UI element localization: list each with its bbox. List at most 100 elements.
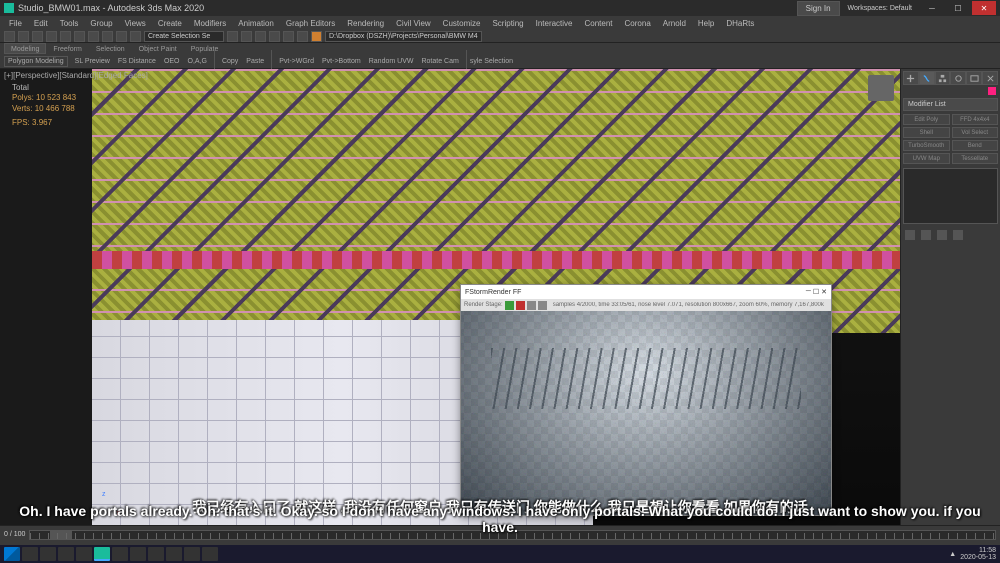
taskbar-explorer[interactable]	[58, 547, 74, 561]
object-color-swatch[interactable]	[988, 87, 996, 95]
ribbon-randomuvw[interactable]: Random UVW	[366, 57, 417, 66]
ribbon-copy[interactable]: Copy	[219, 57, 241, 66]
display-tab[interactable]	[966, 71, 982, 85]
modify-tab[interactable]	[919, 71, 935, 85]
select-button[interactable]	[60, 31, 71, 42]
hierarchy-tab[interactable]	[935, 71, 951, 85]
make-unique-icon[interactable]	[937, 230, 947, 240]
ribbon-fsdistance[interactable]: FS Distance	[115, 57, 159, 66]
menu-file[interactable]: File	[4, 19, 27, 28]
viewcube[interactable]	[868, 75, 894, 101]
pin-stack-icon[interactable]	[905, 230, 915, 240]
menu-animation[interactable]: Animation	[233, 19, 279, 28]
utilities-tab[interactable]	[982, 71, 998, 85]
menu-grapheditors[interactable]: Graph Editors	[281, 19, 340, 28]
menu-dharts[interactable]: DHaRts	[721, 19, 759, 28]
taskbar-time[interactable]: 11:58	[960, 547, 996, 554]
taskbar-chrome[interactable]	[76, 547, 92, 561]
menu-edit[interactable]: Edit	[29, 19, 53, 28]
maximize-button[interactable]: ☐	[946, 1, 970, 15]
taskbar-3dsmax[interactable]	[94, 547, 110, 561]
redo-button[interactable]	[18, 31, 29, 42]
menu-customize[interactable]: Customize	[438, 19, 486, 28]
mod-btn-bend[interactable]: Bend	[952, 140, 999, 151]
move-button[interactable]	[74, 31, 85, 42]
ribbon-rotatecam[interactable]: Rotate Cam	[418, 57, 461, 66]
mod-btn-turbosmooth[interactable]: TurboSmooth	[903, 140, 950, 151]
layers-button[interactable]	[255, 31, 266, 42]
material-editor-button[interactable]	[283, 31, 294, 42]
taskbar-app-5[interactable]	[184, 547, 200, 561]
mirror-button[interactable]	[227, 31, 238, 42]
menu-modifiers[interactable]: Modifiers	[189, 19, 231, 28]
render-max-button[interactable]: ☐	[813, 288, 819, 296]
workspaces-label[interactable]: Workspaces: Default	[848, 5, 912, 12]
viewport-label[interactable]: [+][Perspective][Standard][Edged Faces]	[4, 71, 148, 80]
menu-corona[interactable]: Corona	[620, 19, 656, 28]
curve-editor-button[interactable]	[269, 31, 280, 42]
menu-views[interactable]: Views	[120, 19, 151, 28]
menu-civilview[interactable]: Civil View	[391, 19, 436, 28]
render-min-button[interactable]: ─	[806, 288, 811, 296]
render-close-button[interactable]: ✕	[821, 288, 827, 296]
taskbar-app-1[interactable]	[112, 547, 128, 561]
mod-btn-editpoly[interactable]: Edit Poly	[903, 114, 950, 125]
link-button[interactable]	[32, 31, 43, 42]
minimize-button[interactable]: ─	[920, 1, 944, 15]
create-tab[interactable]	[903, 71, 919, 85]
render-viewport[interactable]	[461, 311, 831, 515]
selection-set-dropdown[interactable]: Create Selection Se	[144, 31, 224, 42]
render-window-titlebar[interactable]: FStormRender FF ─ ☐ ✕	[461, 285, 831, 299]
ribbon-oeo[interactable]: OEO	[161, 57, 183, 66]
render-zoom-button[interactable]	[538, 301, 547, 310]
snap-button[interactable]	[116, 31, 127, 42]
modifier-stack[interactable]	[903, 168, 998, 224]
close-button[interactable]: ✕	[972, 1, 996, 15]
taskbar-date[interactable]: 2020-05-13	[960, 554, 996, 561]
menu-tools[interactable]: Tools	[55, 19, 84, 28]
menu-create[interactable]: Create	[153, 19, 187, 28]
ribbon-pvtbottom[interactable]: Pvt->Bottom	[319, 57, 364, 66]
ribbon-pvtwgrd[interactable]: Pvt->WGrd	[276, 57, 317, 66]
remove-modifier-icon[interactable]	[953, 230, 963, 240]
ribbon-oag[interactable]: O,A,G	[185, 57, 210, 66]
show-end-result-icon[interactable]	[921, 230, 931, 240]
render-stop-button[interactable]	[516, 301, 525, 310]
render-start-button[interactable]	[505, 301, 514, 310]
menu-help[interactable]: Help	[693, 19, 719, 28]
menu-rendering[interactable]: Rendering	[342, 19, 389, 28]
menu-interactive[interactable]: Interactive	[531, 19, 578, 28]
undo-button[interactable]	[4, 31, 15, 42]
menu-arnold[interactable]: Arnold	[658, 19, 691, 28]
taskbar-app-4[interactable]	[166, 547, 182, 561]
motion-tab[interactable]	[950, 71, 966, 85]
mod-btn-uvwmap[interactable]: UVW Map	[903, 153, 950, 164]
render-window[interactable]: FStormRender FF ─ ☐ ✕ Render Stage: samp…	[460, 284, 832, 516]
render-save-button[interactable]	[527, 301, 536, 310]
taskbar-cortana[interactable]	[40, 547, 56, 561]
menu-scripting[interactable]: Scripting	[487, 19, 528, 28]
signin-button[interactable]: Sign In	[797, 1, 840, 16]
unlink-button[interactable]	[46, 31, 57, 42]
mod-btn-ffd[interactable]: FFD 4x4x4	[952, 114, 999, 125]
start-button[interactable]	[4, 547, 20, 561]
taskbar-app-2[interactable]	[130, 547, 146, 561]
mod-btn-shell[interactable]: Shell	[903, 127, 950, 138]
ribbon-paste[interactable]: Paste	[243, 57, 267, 66]
menu-group[interactable]: Group	[85, 19, 117, 28]
angle-snap-button[interactable]	[130, 31, 141, 42]
scale-button[interactable]	[102, 31, 113, 42]
taskbar-app-3[interactable]	[148, 547, 164, 561]
modifier-list-dropdown[interactable]: Modifier List	[903, 98, 998, 111]
tray-icon[interactable]: ▲	[949, 551, 956, 558]
taskbar-app-6[interactable]	[202, 547, 218, 561]
render-setup-button[interactable]	[297, 31, 308, 42]
mod-btn-volselect[interactable]: Vol Select	[952, 127, 999, 138]
ribbon-slpreview[interactable]: SL Preview	[72, 57, 113, 66]
ribbon-polygon-modeling[interactable]: Polygon Modeling	[4, 56, 68, 67]
align-button[interactable]	[241, 31, 252, 42]
rotate-button[interactable]	[88, 31, 99, 42]
project-path-field[interactable]: D:\Dropbox (DSZH)\Projects\Personal\BMW …	[325, 31, 482, 42]
mod-btn-tessellate[interactable]: Tessellate	[952, 153, 999, 164]
menu-content[interactable]: Content	[580, 19, 618, 28]
